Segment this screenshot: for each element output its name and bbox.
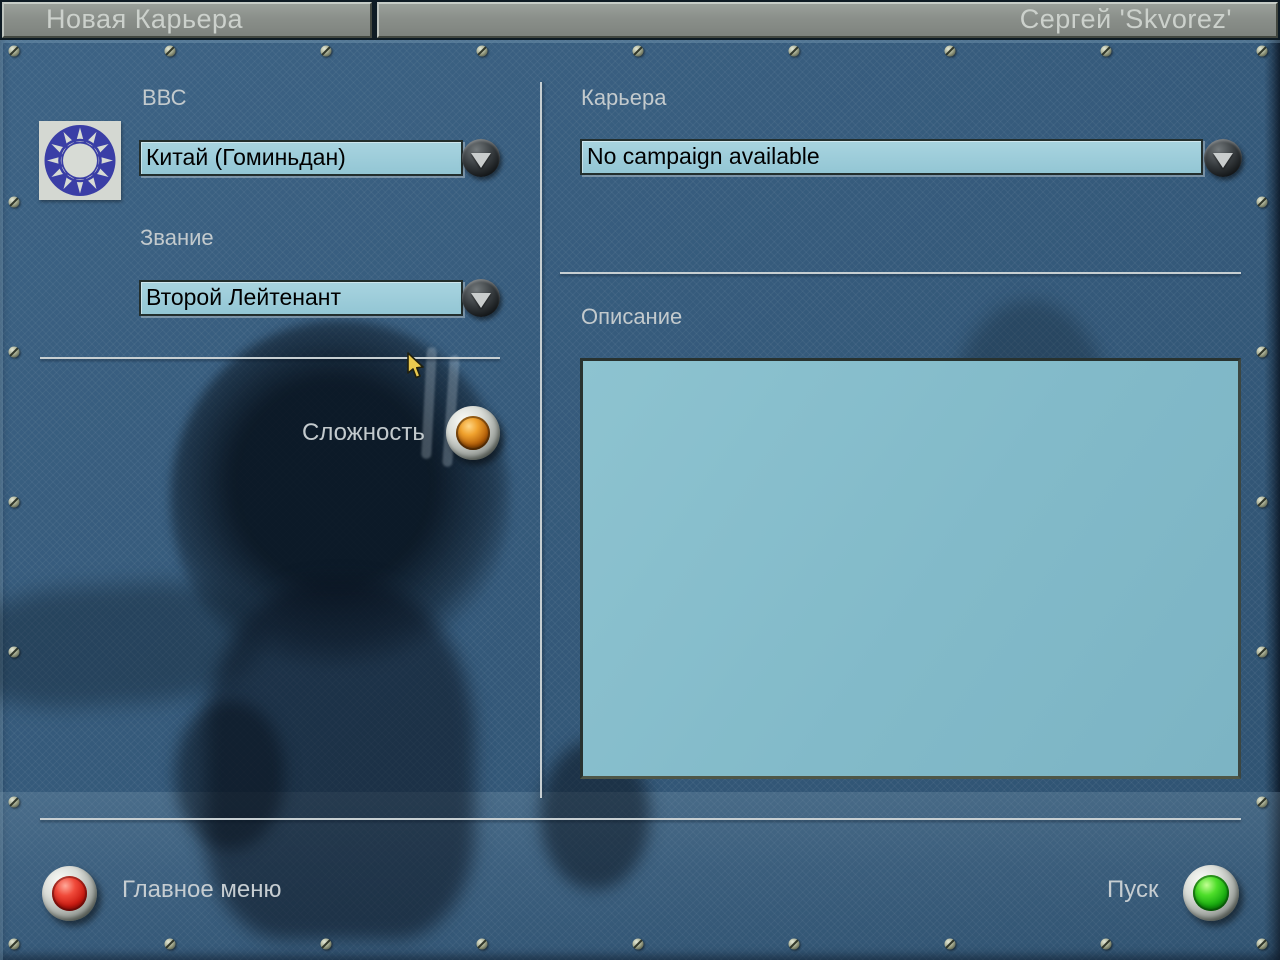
rivet <box>8 796 20 808</box>
rivet <box>788 938 800 950</box>
rivet <box>632 938 644 950</box>
start-button[interactable] <box>1183 865 1239 921</box>
start-label[interactable]: Пуск <box>1107 876 1158 904</box>
career-select[interactable]: No campaign available <box>580 139 1203 175</box>
amber-lamp-icon <box>456 416 490 450</box>
rivet <box>1256 45 1268 57</box>
rivet <box>1100 45 1112 57</box>
rivet <box>1256 346 1268 358</box>
rivet <box>1256 796 1268 808</box>
airforce-dropdown-arrow-button[interactable] <box>462 139 500 177</box>
red-lamp-icon <box>52 876 87 911</box>
rivet <box>632 45 644 57</box>
footer-divider <box>40 818 1241 820</box>
rivet <box>320 938 332 950</box>
mouse-cursor-icon <box>407 352 424 379</box>
rivet <box>1256 646 1268 658</box>
dropdown-arrow-icon <box>471 152 491 168</box>
rivet <box>944 45 956 57</box>
column-divider <box>540 82 542 798</box>
rivet <box>788 45 800 57</box>
dropdown-arrow-icon <box>1213 152 1233 168</box>
rivet <box>8 496 20 508</box>
green-lamp-icon <box>1193 875 1229 911</box>
main-menu-button[interactable] <box>42 866 97 921</box>
new-career-screen: Новая Карьера Сергей 'Skvorez' ВВС Китай… <box>0 0 1280 960</box>
rivet <box>476 45 488 57</box>
rivet <box>8 346 20 358</box>
plane-wheel-silhouette <box>175 700 285 850</box>
career-dropdown-arrow-button[interactable] <box>1204 139 1242 177</box>
main-menu-label[interactable]: Главное меню <box>122 876 281 904</box>
rivet <box>8 938 20 950</box>
rivet <box>944 938 956 950</box>
rivet <box>1256 496 1268 508</box>
rivet <box>164 45 176 57</box>
description-label: Описание <box>581 304 683 329</box>
rank-label: Звание <box>140 225 214 250</box>
description-box <box>580 358 1241 779</box>
rivet <box>1256 196 1268 208</box>
rivet <box>476 938 488 950</box>
window-title-tab: Новая Карьера <box>2 2 372 38</box>
title-bar: Новая Карьера Сергей 'Skvorez' <box>0 0 1280 40</box>
difficulty-button[interactable] <box>446 406 500 460</box>
pilot-name-tab: Сергей 'Skvorez' <box>377 2 1278 38</box>
left-section-divider <box>40 357 500 359</box>
plane-wing-silhouette <box>0 574 264 716</box>
difficulty-label: Сложность <box>302 419 425 446</box>
airforce-label: ВВС <box>142 85 187 110</box>
rivet <box>8 196 20 208</box>
rivet <box>320 45 332 57</box>
career-label: Карьера <box>581 85 667 110</box>
kuomintang-flag-icon <box>39 121 121 200</box>
dropdown-arrow-icon <box>471 292 491 308</box>
rivet <box>1100 938 1112 950</box>
rivet <box>8 45 20 57</box>
rank-dropdown-arrow-button[interactable] <box>462 279 500 317</box>
rivet <box>8 646 20 658</box>
airforce-select[interactable]: Китай (Гоминьдан) <box>139 140 463 176</box>
plane-cowling-silhouette <box>170 320 510 680</box>
rivet <box>164 938 176 950</box>
right-section-divider <box>560 272 1241 274</box>
rank-select[interactable]: Второй Лейтенант <box>139 280 463 316</box>
rivet <box>1256 938 1268 950</box>
